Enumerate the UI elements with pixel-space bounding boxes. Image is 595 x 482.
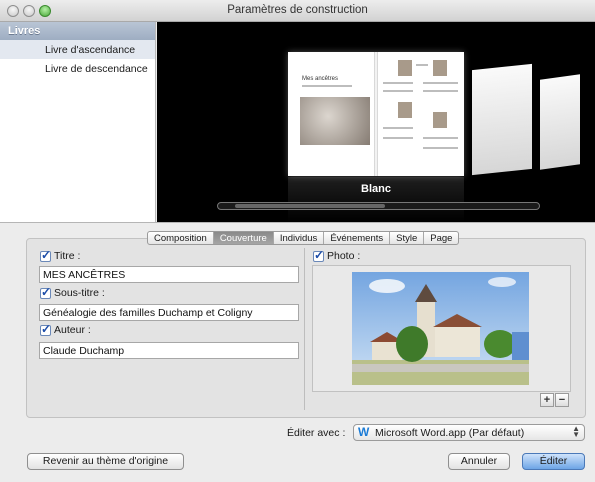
cancel-button[interactable]: Annuler — [448, 453, 510, 470]
popup-arrows-icon: ▲ ▼ — [572, 424, 580, 439]
checkmark-icon: ✓ — [41, 284, 52, 299]
checkmark-icon: ✓ — [41, 321, 52, 336]
books-sidebar: Livres Livre d'ascendance Livre de desce… — [0, 22, 156, 222]
book-cover-title: Mes ancêtres — [302, 76, 339, 82]
book-text-line — [302, 85, 352, 87]
subtitle-checkbox-row[interactable]: ✓ Sous-titre : — [40, 284, 105, 299]
book-text-line — [383, 137, 413, 139]
subtitle-checkbox[interactable]: ✓ — [40, 284, 52, 299]
theme-book-main[interactable]: Mes ancêtres — [288, 52, 464, 176]
tab-style[interactable]: Style — [390, 232, 425, 244]
theme-preview[interactable]: Mes ancêtres Blanc — [157, 22, 595, 222]
book-thumb — [433, 112, 447, 128]
title-checkbox[interactable]: ✓ — [40, 247, 52, 262]
book-spine — [374, 52, 378, 176]
book-text-line — [423, 147, 458, 149]
title-field[interactable]: MES ANCÊTRES — [39, 266, 299, 283]
word-icon: W — [358, 425, 370, 439]
editor-selected: Microsoft Word.app (Par défaut) — [375, 426, 525, 439]
add-photo-button[interactable]: + — [540, 393, 554, 407]
title-bar: Paramètres de construction — [0, 0, 595, 22]
cover-photo[interactable] — [352, 272, 529, 385]
theme-name-label: Blanc — [361, 183, 391, 195]
remove-photo-button[interactable]: − — [555, 393, 569, 407]
book-text-line — [423, 90, 458, 92]
tab-page[interactable]: Page — [424, 232, 458, 244]
group-divider — [304, 248, 305, 410]
revert-theme-button[interactable]: Revenir au thème d'origine — [27, 453, 184, 470]
book-thumb — [433, 60, 447, 76]
author-label: Auteur : — [54, 324, 91, 336]
edit-button[interactable]: Éditer — [522, 453, 585, 470]
book-text-line — [383, 90, 413, 92]
book-text-line — [383, 82, 413, 84]
book-text-line — [416, 64, 428, 66]
checkmark-icon: ✓ — [41, 247, 52, 262]
book-text-line — [423, 82, 458, 84]
theme-book-right-1[interactable] — [472, 63, 532, 176]
photo-checkbox[interactable]: ✓ — [313, 247, 325, 262]
church-photo-icon — [352, 277, 529, 385]
window-title: Paramètres de construction — [227, 4, 368, 16]
sidebar-item-ascendance[interactable]: Livre d'ascendance — [0, 40, 155, 59]
subtitle-label: Sous-titre : — [54, 287, 105, 299]
photo-checkbox-row[interactable]: ✓ Photo : — [313, 247, 361, 262]
editor-popup[interactable]: W Microsoft Word.app (Par défaut) ▲ ▼ — [353, 424, 585, 441]
book-thumb — [398, 60, 412, 76]
title-checkbox-row[interactable]: ✓ Titre : — [40, 247, 81, 262]
tab-couverture[interactable]: Couverture — [213, 232, 274, 244]
author-field[interactable]: Claude Duchamp — [39, 342, 299, 359]
book-text-line — [423, 137, 458, 139]
book-cover-photo — [300, 97, 370, 145]
settings-tabs: Composition Couverture Individus Événeme… — [147, 231, 460, 245]
tab-composition[interactable]: Composition — [148, 232, 214, 244]
book-thumb — [398, 102, 412, 118]
theme-scrollbar[interactable] — [217, 202, 540, 210]
author-checkbox[interactable]: ✓ — [40, 321, 52, 336]
sidebar-item-descendance[interactable]: Livre de descendance — [0, 59, 155, 78]
title-label: Titre : — [54, 250, 81, 262]
book-text-line — [383, 127, 413, 129]
photo-label: Photo : — [327, 250, 361, 262]
theme-book-right-2[interactable] — [540, 74, 580, 170]
tab-evenements[interactable]: Événements — [324, 232, 391, 244]
subtitle-field[interactable]: Généalogie des familles Duchamp et Colig… — [39, 304, 299, 321]
editor-label: Éditer avec : — [287, 427, 346, 439]
checkmark-icon: ✓ — [314, 247, 325, 262]
tab-individus[interactable]: Individus — [274, 232, 325, 244]
sidebar-header: Livres — [0, 22, 155, 40]
author-checkbox-row[interactable]: ✓ Auteur : — [40, 321, 91, 336]
theme-scrollbar-thumb[interactable] — [235, 204, 385, 208]
